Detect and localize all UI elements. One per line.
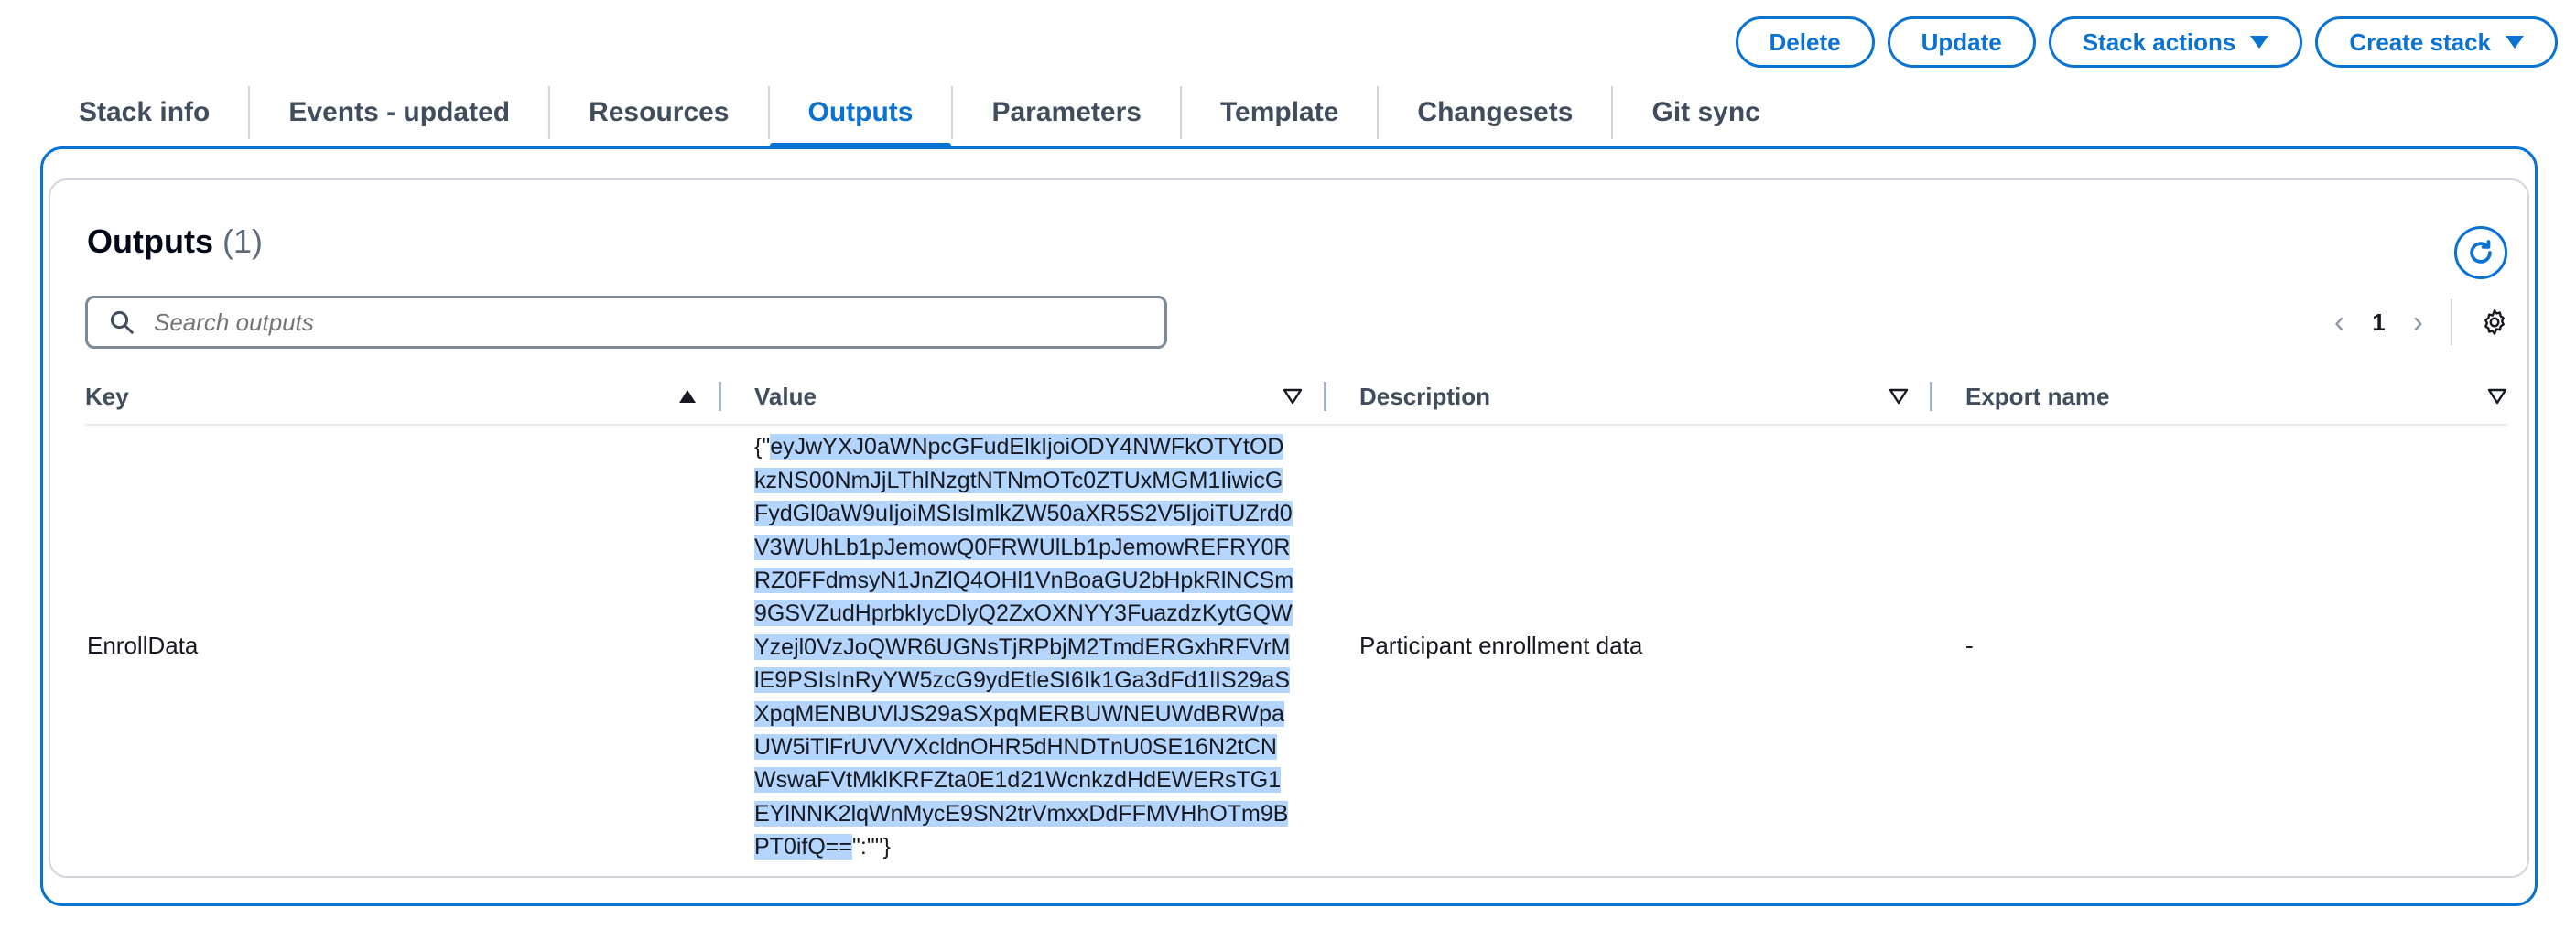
output-value-text[interactable]: {"eyJwYXJ0aWNpcGFudElkIjoiODY4NWFkOTYtOD…: [754, 430, 1294, 863]
refresh-button[interactable]: [2454, 226, 2507, 279]
tab-parameters[interactable]: Parameters: [953, 86, 1182, 139]
tab-outputs[interactable]: Outputs: [769, 86, 954, 148]
tab-resources[interactable]: Resources: [550, 86, 770, 139]
sort-descending-icon: [1283, 388, 1303, 405]
outputs-panel: Outputs (1) ‹ 1 ›: [40, 146, 2538, 906]
refresh-icon: [2470, 240, 2492, 264]
caret-down-icon: [2250, 36, 2269, 49]
caret-down-icon: [2506, 36, 2524, 49]
output-value: {"eyJwYXJ0aWNpcGFudElkIjoiODY4NWFkOTYtOD…: [721, 427, 1326, 863]
stack-actions-button[interactable]: Stack actions: [2048, 16, 2303, 68]
outputs-count: (1): [222, 222, 263, 260]
selected-text: eyJwYXJ0aWNpcGFudElkIjoiODY4NWFkOTYtODkz…: [754, 434, 1294, 860]
outputs-card: Outputs (1) ‹ 1 ›: [49, 178, 2529, 878]
update-label: Update: [1921, 27, 2002, 56]
column-header-key[interactable]: Key: [85, 369, 721, 424]
delete-label: Delete: [1769, 27, 1841, 56]
column-header-key-label: Key: [85, 382, 129, 410]
stack-actions-label: Stack actions: [2082, 27, 2236, 56]
search-box[interactable]: [85, 296, 1167, 349]
tab-template[interactable]: Template: [1182, 86, 1380, 139]
table-header: Key Value Description Export name: [85, 369, 2507, 426]
chevron-left-icon[interactable]: ‹: [2334, 305, 2344, 341]
column-header-value-label: Value: [754, 382, 817, 410]
tab-git-sync[interactable]: Git sync: [1613, 86, 1798, 139]
update-button[interactable]: Update: [1887, 16, 2036, 68]
sort-descending-icon: [1889, 388, 1909, 405]
output-description: Participant enrollment data: [1359, 631, 1643, 659]
column-header-export-name[interactable]: Export name: [1932, 369, 2507, 424]
delete-button[interactable]: Delete: [1735, 16, 1875, 68]
value-suffix: ":""}: [852, 834, 891, 860]
column-header-description-label: Description: [1359, 382, 1491, 410]
stack-tabs: Stack info Events - updated Resources Ou…: [40, 84, 2576, 148]
table-row: EnrollData {"eyJwYXJ0aWNpcGFudElkIjoiODY…: [85, 426, 2507, 865]
tab-stack-info[interactable]: Stack info: [40, 86, 251, 139]
column-header-description[interactable]: Description: [1326, 369, 1932, 424]
stack-action-bar: Delete Update Stack actions Create stack: [1735, 16, 2558, 68]
sort-descending-icon: [2487, 388, 2507, 405]
chevron-right-icon[interactable]: ›: [2413, 305, 2423, 341]
column-header-value[interactable]: Value: [721, 369, 1326, 424]
page-number[interactable]: 1: [2372, 308, 2385, 337]
tab-events[interactable]: Events - updated: [250, 86, 551, 139]
output-export-name: -: [1965, 631, 1974, 659]
pager-divider: [2451, 299, 2452, 345]
search-input[interactable]: [152, 307, 1164, 338]
value-prefix: {": [754, 434, 771, 460]
output-key: EnrollData: [87, 631, 199, 659]
sort-ascending-icon: [679, 390, 696, 403]
outputs-title: Outputs: [87, 222, 213, 260]
column-header-export-name-label: Export name: [1965, 382, 2110, 410]
create-stack-button[interactable]: Create stack: [2315, 16, 2558, 68]
search-icon: [110, 310, 134, 334]
pagination: ‹ 1 ›: [2334, 296, 2509, 349]
tab-changesets[interactable]: Changesets: [1379, 86, 1614, 139]
gear-icon[interactable]: [2480, 308, 2509, 337]
page-title: Outputs (1): [87, 222, 263, 261]
create-stack-label: Create stack: [2349, 27, 2491, 56]
